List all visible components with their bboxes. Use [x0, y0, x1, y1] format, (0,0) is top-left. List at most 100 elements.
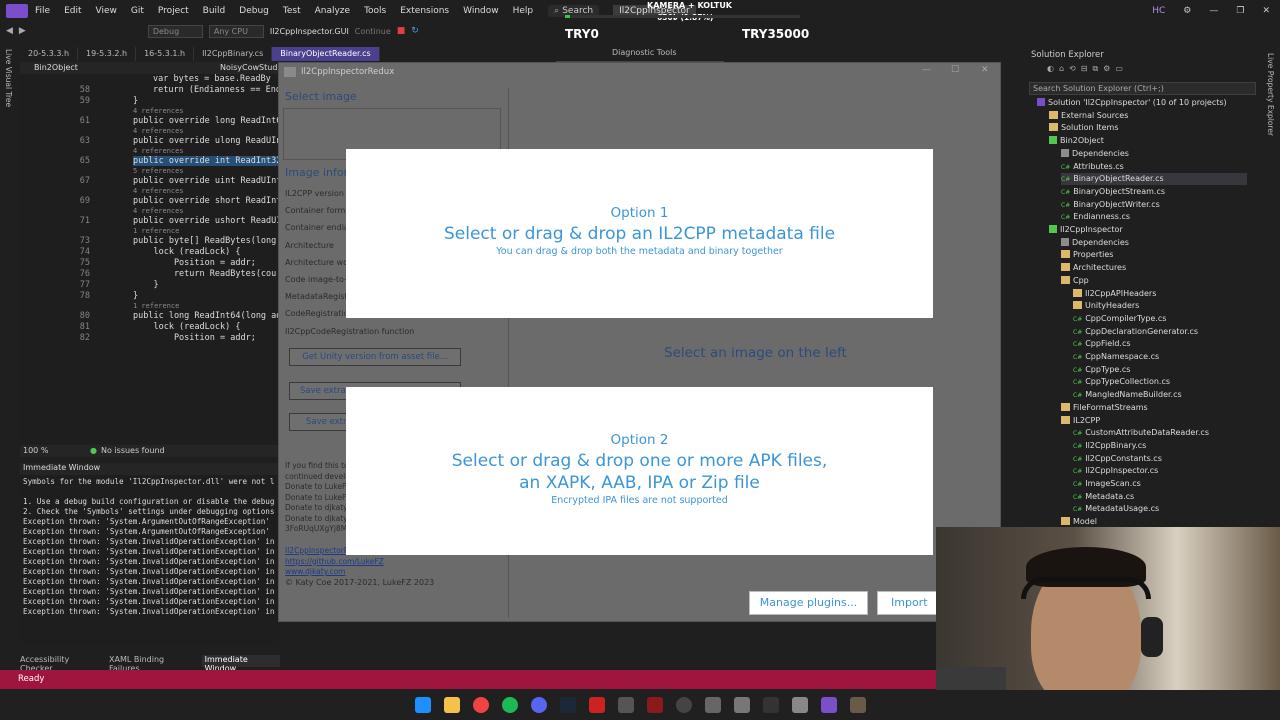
- tree-node[interactable]: C# CppCompilerType.cs: [1073, 313, 1247, 325]
- tree-node[interactable]: C# MangledNameBuilder.cs: [1073, 389, 1247, 401]
- config-select[interactable]: Debug: [147, 24, 203, 38]
- code-references[interactable]: 4 references: [133, 207, 184, 215]
- menu-item[interactable]: View: [89, 6, 124, 16]
- app-icon-5[interactable]: [791, 697, 808, 713]
- tree-node[interactable]: C# BinaryObjectWriter.cs: [1061, 199, 1247, 211]
- code-references[interactable]: 5 references: [133, 167, 184, 175]
- obs-icon[interactable]: [675, 697, 692, 713]
- menu-item[interactable]: Test: [276, 6, 308, 16]
- se-toolbar[interactable]: ◐⌂⟲⊟⧉⚙▭: [1027, 64, 1260, 78]
- menu-item[interactable]: Analyze: [308, 6, 357, 16]
- import-button[interactable]: Import o: [877, 591, 936, 615]
- tree-node[interactable]: IL2CPP: [1061, 415, 1247, 427]
- spotify-icon[interactable]: [501, 697, 518, 713]
- menu-item[interactable]: Project: [151, 6, 196, 16]
- app-icon-4[interactable]: [704, 697, 721, 713]
- tree-node[interactable]: C# CustomAttributeDataReader.cs: [1073, 427, 1247, 439]
- code-line[interactable]: Position = addr;: [133, 333, 256, 343]
- tree-node[interactable]: C# Il2CppInspector.cs: [1073, 465, 1247, 477]
- forward-icon[interactable]: ▶: [19, 26, 26, 36]
- startup-project[interactable]: Il2CppInspector.GUI: [270, 27, 349, 36]
- tree-node[interactable]: C# Endianness.cs: [1061, 211, 1247, 223]
- project-dropdown[interactable]: Bin2Object: [34, 63, 78, 72]
- code-references[interactable]: 4 references: [133, 147, 184, 155]
- code-line[interactable]: public override int ReadInt32: [133, 156, 278, 166]
- tree-node[interactable]: C# CppType.cs: [1073, 364, 1247, 376]
- tree-node[interactable]: Dependencies: [1061, 237, 1247, 249]
- tree-node[interactable]: Dependencies: [1061, 148, 1247, 160]
- menu-item[interactable]: Git: [124, 6, 151, 16]
- menu-item[interactable]: File: [28, 6, 57, 16]
- code-line[interactable]: return ReadBytes(cou: [133, 269, 276, 279]
- code-line[interactable]: public override uint ReadUInt: [133, 176, 278, 186]
- restart-icon[interactable]: ↻: [411, 26, 419, 36]
- app-icon-3[interactable]: [646, 697, 663, 713]
- immediate-window[interactable]: Immediate Window Symbols for the module …: [20, 463, 278, 645]
- tree-node[interactable]: C# BinaryObjectReader.cs: [1061, 173, 1247, 186]
- option1-dropzone[interactable]: Option 1 Select or drag & drop an IL2CPP…: [346, 149, 933, 318]
- tree-node[interactable]: UnityHeaders: [1073, 300, 1247, 312]
- code-line[interactable]: }: [133, 291, 138, 301]
- menu-item[interactable]: Debug: [232, 6, 276, 16]
- menu-item[interactable]: Help: [506, 6, 541, 16]
- minimize-icon[interactable]: —: [1209, 6, 1218, 16]
- bottom-tab[interactable]: Accessibility Checker: [20, 655, 99, 673]
- code-line[interactable]: public byte[] ReadBytes(long: [133, 236, 276, 246]
- app-icon-6[interactable]: [849, 697, 866, 713]
- code-line[interactable]: }: [133, 280, 158, 290]
- tree-node[interactable]: FileFormatStreams: [1061, 402, 1247, 414]
- menu-item[interactable]: Tools: [357, 6, 393, 16]
- code-line[interactable]: public long ReadInt64(long ad: [133, 311, 278, 321]
- user-avatar[interactable]: HC: [1152, 6, 1165, 16]
- tree-node[interactable]: External Sources: [1049, 110, 1247, 122]
- get-unity-version-button[interactable]: Get Unity version from asset file...: [289, 348, 461, 366]
- tree-node[interactable]: C# Metadata.cs: [1073, 491, 1247, 503]
- tree-node[interactable]: C# Il2CppBinary.cs: [1073, 440, 1247, 452]
- platform-select[interactable]: Any CPU: [208, 24, 264, 38]
- code-line[interactable]: public override long ReadInt6: [133, 116, 278, 126]
- se-search-input[interactable]: Search Solution Explorer (Ctrl+;): [1029, 82, 1256, 95]
- tree-node[interactable]: Solution Items: [1049, 122, 1247, 134]
- tree-node[interactable]: C# MetadataUsage.cs: [1073, 503, 1247, 515]
- doc-tab[interactable]: 16-5.3.1.h: [136, 47, 195, 61]
- doc-tab[interactable]: 19-5.3.2.h: [78, 47, 137, 61]
- settings-icon[interactable]: ⚙: [1183, 6, 1191, 16]
- visual-studio-icon[interactable]: [820, 697, 837, 713]
- tree-node[interactable]: Architectures: [1061, 262, 1247, 274]
- code-editor[interactable]: var bytes = base.ReadBy 58 return (Endiann…: [20, 74, 278, 444]
- tree-node[interactable]: C# CppField.cs: [1073, 338, 1247, 350]
- code-line[interactable]: Position = addr;: [133, 258, 256, 268]
- bottom-tab[interactable]: XAML Binding Failures: [109, 655, 192, 673]
- tree-node[interactable]: C# ImageScan.cs: [1073, 478, 1247, 490]
- code-line[interactable]: lock (readLock) {: [133, 247, 240, 257]
- doc-tab[interactable]: BinaryObjectReader.cs: [272, 47, 380, 61]
- issues-label[interactable]: No issues found: [101, 446, 165, 455]
- code-line[interactable]: public override ushort ReadUI: [133, 216, 278, 226]
- continue-button[interactable]: Continue: [355, 27, 391, 36]
- code-line[interactable]: public override short ReadInt: [133, 196, 278, 206]
- doc-tab[interactable]: 20-5.3.3.h: [20, 47, 79, 61]
- tree-node[interactable]: Il2CppAPIHeaders: [1073, 288, 1247, 300]
- menu-item[interactable]: Build: [196, 6, 233, 16]
- code-references[interactable]: 4 references: [133, 127, 184, 135]
- windows-start-icon[interactable]: [414, 697, 431, 713]
- code-line[interactable]: }: [133, 96, 138, 106]
- menu-item[interactable]: Edit: [57, 6, 88, 16]
- bottom-tab[interactable]: Immediate Window: [201, 655, 280, 673]
- live-visual-tree-tab[interactable]: Live Visual Tree: [4, 49, 13, 107]
- tree-node[interactable]: C# CppTypeCollection.cs: [1073, 376, 1247, 388]
- option2-dropzone[interactable]: Option 2 Select or drag & drop one or mo…: [346, 387, 933, 555]
- file-explorer-icon[interactable]: [443, 697, 460, 713]
- stop-icon[interactable]: ■: [397, 26, 406, 36]
- terminal-icon[interactable]: [762, 697, 779, 713]
- manage-plugins-button[interactable]: Manage plugins...: [749, 591, 868, 615]
- tree-node[interactable]: Cpp: [1061, 275, 1247, 287]
- discord-icon[interactable]: [530, 697, 547, 713]
- code-line[interactable]: lock (readLock) {: [133, 322, 240, 332]
- code-references[interactable]: 1 reference: [133, 227, 179, 235]
- app-minimize-icon[interactable]: —: [922, 65, 931, 75]
- tree-node[interactable]: C# Attributes.cs: [1061, 161, 1247, 173]
- doc-tab[interactable]: Il2CppBinary.cs: [194, 47, 273, 61]
- code-references[interactable]: 4 references: [133, 107, 184, 115]
- app-close-icon[interactable]: ✕: [981, 65, 989, 75]
